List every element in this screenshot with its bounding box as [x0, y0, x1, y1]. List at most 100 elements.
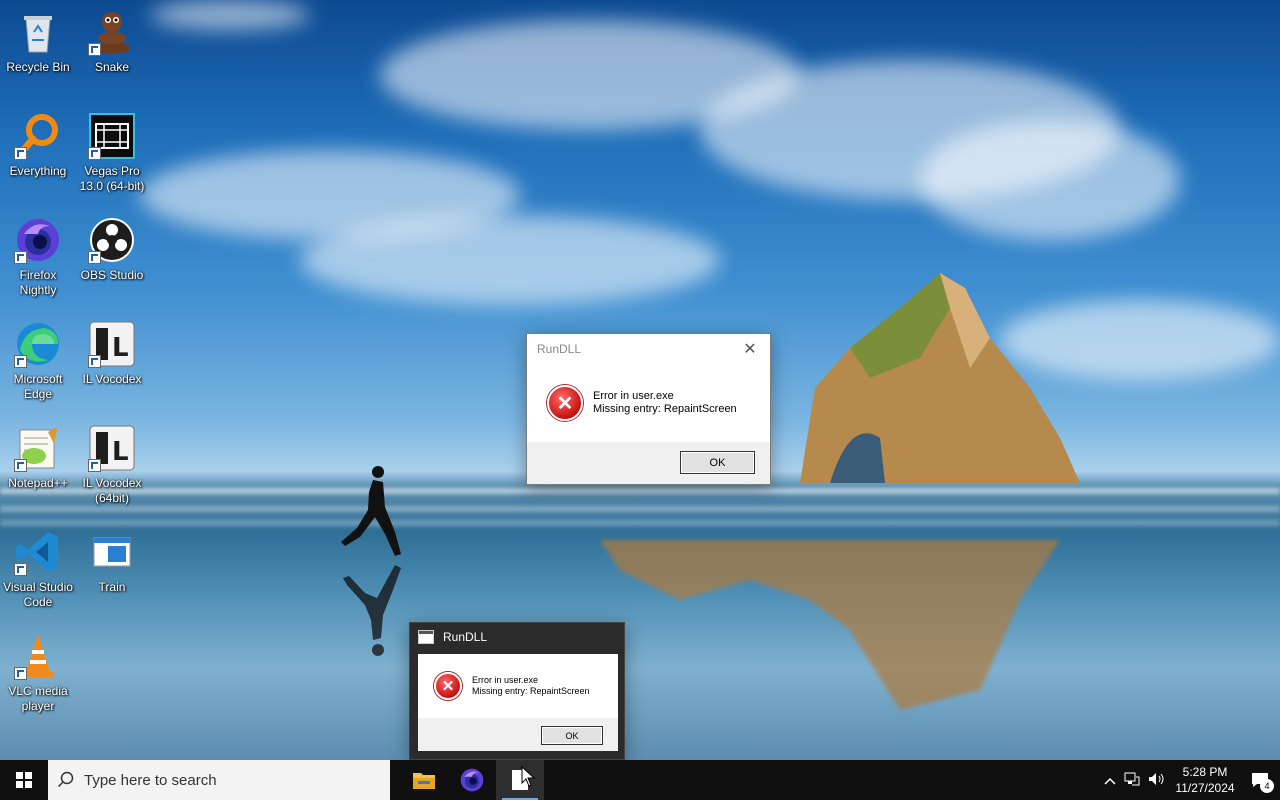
windows-logo-icon: [16, 772, 32, 788]
desktop-icon-label: Visual Studio Code: [3, 580, 73, 609]
message-line-1: Error in user.exe: [472, 675, 539, 685]
action-center-button[interactable]: 4: [1240, 760, 1280, 800]
desktop-icon-label: Everything: [9, 164, 67, 178]
dialog-body: ✕ Error in user.exe Missing entry: Repai…: [527, 364, 770, 442]
desktop-icon-firefox-nightly[interactable]: Firefox Nightly: [0, 216, 76, 298]
runner-reflection: [343, 565, 401, 656]
obs-studio-icon: [88, 216, 136, 264]
desktop-icon-vlc[interactable]: VLC media player: [0, 632, 76, 714]
desktop-icon-obs-studio[interactable]: OBS Studio: [74, 216, 150, 283]
shortcut-arrow-icon: [14, 459, 27, 472]
vegas-pro-icon: [88, 112, 136, 160]
clock-time: 5:28 PM: [1182, 765, 1228, 779]
microsoft-edge-icon: [14, 320, 62, 368]
desktop-icon-label: Notepad++: [8, 476, 68, 490]
desktop-icon-train[interactable]: Train: [74, 528, 150, 595]
everything-search-icon: [14, 112, 62, 160]
desktop-icon-everything[interactable]: Everything: [0, 112, 76, 179]
preview-title: RunDLL: [443, 630, 488, 644]
close-icon[interactable]: ✕: [740, 339, 760, 359]
mouse-cursor-icon: [521, 766, 535, 787]
il-vocodex-icon: L: [88, 424, 136, 472]
svg-text:L: L: [112, 437, 129, 467]
rundll-error-dialog[interactable]: RunDLL ✕ ✕ Error in user.exe Missing ent…: [526, 333, 771, 485]
rock-arch-image: [800, 273, 1080, 483]
desktop-icon-recycle-bin[interactable]: Recycle Bin: [0, 8, 76, 75]
notification-count-badge: 4: [1260, 779, 1274, 793]
desktop-icon-label: Train: [98, 580, 126, 594]
preview-titlebar: RunDLL: [410, 623, 624, 651]
file-explorer-icon: [413, 773, 435, 789]
firefox-nightly-icon: [14, 216, 62, 264]
desktop-icon-label: Microsoft Edge: [13, 372, 63, 401]
desktop-icon-il-vocodex[interactable]: L IL Vocodex: [74, 320, 150, 387]
shortcut-arrow-icon: [14, 147, 27, 160]
shortcut-arrow-icon: [14, 667, 27, 680]
preview-body: ✕ Error in user.exe Missing entry: Repai…: [418, 654, 618, 718]
desktop-icon-visual-studio-code[interactable]: Visual Studio Code: [0, 528, 76, 610]
message-line-1: Error in user.exe: [593, 390, 674, 402]
desktop-icon-label: Recycle Bin: [6, 60, 70, 74]
notepad-plus-plus-icon: [14, 424, 62, 472]
network-icon[interactable]: [1120, 772, 1144, 789]
start-button[interactable]: [0, 760, 48, 800]
train-file-icon: [88, 528, 136, 576]
preview-dialog-content: ✕ Error in user.exe Missing entry: Repai…: [418, 654, 618, 751]
desktop-icon-label: Firefox Nightly: [19, 268, 57, 297]
search-placeholder: Type here to search: [84, 771, 217, 789]
desktop-icon-vegas-pro[interactable]: Vegas Pro 13.0 (64-bit): [74, 112, 150, 194]
taskbar-firefox-nightly[interactable]: [448, 760, 496, 800]
svg-text:L: L: [112, 333, 129, 363]
shortcut-arrow-icon: [14, 355, 27, 368]
shortcut-arrow-icon: [14, 251, 27, 264]
snake-icon: [88, 8, 136, 56]
shortcut-arrow-icon: [88, 459, 101, 472]
desktop-icon-snake[interactable]: Snake: [74, 8, 150, 75]
desktop-icon-label: Snake: [94, 60, 130, 74]
chevron-up-icon[interactable]: [1100, 772, 1120, 788]
shortcut-arrow-icon: [14, 563, 27, 576]
dialog-footer: OK: [527, 442, 770, 484]
search-icon: [48, 771, 84, 789]
taskbar: Type here to search 5:28 PM 11/27/2024 4: [0, 760, 1280, 800]
dialog-message: Error in user.exe Missing entry: Repaint…: [593, 390, 737, 416]
rundll-app-icon: [418, 630, 434, 644]
preview-footer: OK: [418, 718, 618, 751]
preview-message: Error in user.exe Missing entry: Repaint…: [472, 675, 590, 697]
message-line-2: Missing entry: RepaintScreen: [593, 403, 737, 415]
message-line-2: Missing entry: RepaintScreen: [472, 686, 590, 696]
runner-silhouette: [341, 466, 401, 556]
system-tray: 5:28 PM 11/27/2024 4: [1100, 760, 1280, 800]
shortcut-arrow-icon: [88, 251, 101, 264]
recycle-bin-icon: [14, 8, 62, 56]
taskbar-search-box[interactable]: Type here to search: [48, 760, 390, 800]
dialog-title: RunDLL: [537, 342, 582, 356]
desktop-icon-notepad-plus-plus[interactable]: Notepad++: [0, 424, 76, 491]
desktop-icon-label: Vegas Pro 13.0 (64-bit): [79, 164, 145, 193]
shortcut-arrow-icon: [88, 355, 101, 368]
clock-date: 11/27/2024: [1175, 781, 1235, 795]
preview-ok-button: OK: [541, 726, 603, 745]
rock-reflection-image: [600, 540, 1060, 710]
shortcut-arrow-icon: [88, 43, 101, 56]
firefox-nightly-icon: [460, 768, 484, 792]
il-vocodex-icon: L: [88, 320, 136, 368]
vlc-cone-icon: [14, 632, 62, 680]
desktop-icon-microsoft-edge[interactable]: Microsoft Edge: [0, 320, 76, 402]
visual-studio-code-icon: [14, 528, 62, 576]
dialog-titlebar[interactable]: RunDLL ✕: [527, 334, 770, 364]
clock[interactable]: 5:28 PM 11/27/2024: [1170, 764, 1240, 796]
shortcut-arrow-icon: [88, 147, 101, 160]
ok-button[interactable]: OK: [680, 451, 755, 474]
error-icon: ✕: [434, 672, 462, 700]
volume-icon[interactable]: [1144, 772, 1170, 789]
desktop-icon-label: IL Vocodex: [82, 372, 142, 386]
desktop-icon-label: IL Vocodex (64bit): [82, 476, 142, 505]
taskbar-file-explorer[interactable]: [400, 760, 448, 800]
desktop-icon-il-vocodex-64[interactable]: L IL Vocodex (64bit): [74, 424, 150, 506]
desktop-icon-label: VLC media player: [8, 684, 68, 713]
error-icon: ✕: [547, 385, 583, 421]
taskbar-rundll[interactable]: [496, 760, 544, 800]
taskbar-thumbnail-preview[interactable]: RunDLL ✕ Error in user.exe Missing entry…: [409, 622, 625, 760]
desktop-icon-label: OBS Studio: [80, 268, 144, 282]
